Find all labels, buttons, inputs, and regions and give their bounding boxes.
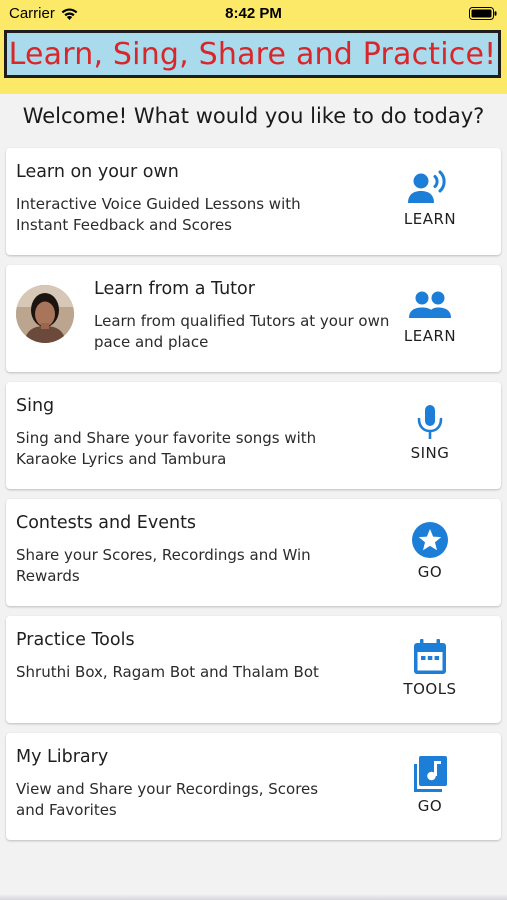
bottom-edge <box>0 894 507 900</box>
learn-tutor-label: LEARN <box>403 327 457 345</box>
people-icon <box>409 291 451 318</box>
calendar-icon <box>414 639 446 674</box>
welcome-heading: Welcome! What would you like to do today… <box>22 104 485 128</box>
card-description: Shruthi Box, Ragam Bot and Thalam Bot <box>16 663 319 681</box>
card-learn-own[interactable]: Learn on your own Interactive Voice Guid… <box>6 148 501 255</box>
card-title: Learn from a Tutor <box>94 279 255 299</box>
card-description: Interactive Voice Guided Lessons with In… <box>16 195 301 234</box>
learn-own-button[interactable]: LEARN <box>383 170 477 228</box>
banner-title: Learn, Sing, Share and Practice! <box>8 36 497 72</box>
card-title: Sing <box>16 396 55 416</box>
battery-icon <box>469 7 497 20</box>
music-library-icon <box>414 756 447 792</box>
star-circle-icon <box>412 522 448 558</box>
card-description: View and Share your Recordings, Scores a… <box>16 780 319 819</box>
card-sing[interactable]: Sing Sing and Share your favorite songs … <box>6 382 501 489</box>
voice-person-icon <box>408 170 446 203</box>
card-contests[interactable]: Contests and Events Share your Scores, R… <box>6 499 501 606</box>
card-title: Learn on your own <box>16 162 179 182</box>
clock: 8:42 PM <box>225 5 282 22</box>
card-title: Practice Tools <box>16 630 135 650</box>
card-title: My Library <box>16 747 109 767</box>
sing-label: SING <box>410 444 450 462</box>
contests-label: GO <box>417 563 443 581</box>
tools-button[interactable]: TOOLS <box>383 638 477 698</box>
learn-tutor-button[interactable]: LEARN <box>383 287 477 345</box>
card-description: Learn from qualified Tutors at your own … <box>94 312 390 351</box>
tools-label: TOOLS <box>403 680 457 698</box>
learn-own-label: LEARN <box>403 210 457 228</box>
card-practice-tools[interactable]: Practice Tools Shruthi Box, Ragam Bot an… <box>6 616 501 723</box>
card-description: Sing and Share your favorite songs with … <box>16 429 317 468</box>
library-go-button[interactable]: GO <box>383 755 477 815</box>
tutor-photo <box>16 285 74 343</box>
card-my-library[interactable]: My Library View and Share your Recording… <box>6 733 501 840</box>
card-description: Share your Scores, Recordings and Win Re… <box>16 546 311 585</box>
card-title: Contests and Events <box>16 513 197 533</box>
header-bar: Carrier 8:42 PM Learn, Sing, Share and P… <box>0 0 507 94</box>
status-bar: Carrier 8:42 PM <box>0 0 507 28</box>
microphone-icon <box>417 405 443 439</box>
contests-go-button[interactable]: GO <box>383 521 477 581</box>
library-label: GO <box>417 797 443 815</box>
sing-button[interactable]: SING <box>383 404 477 462</box>
tutor-avatar <box>16 285 74 343</box>
card-learn-tutor[interactable]: Learn from a Tutor Learn from qualified … <box>6 265 501 372</box>
app-banner: Learn, Sing, Share and Practice! <box>4 30 501 78</box>
